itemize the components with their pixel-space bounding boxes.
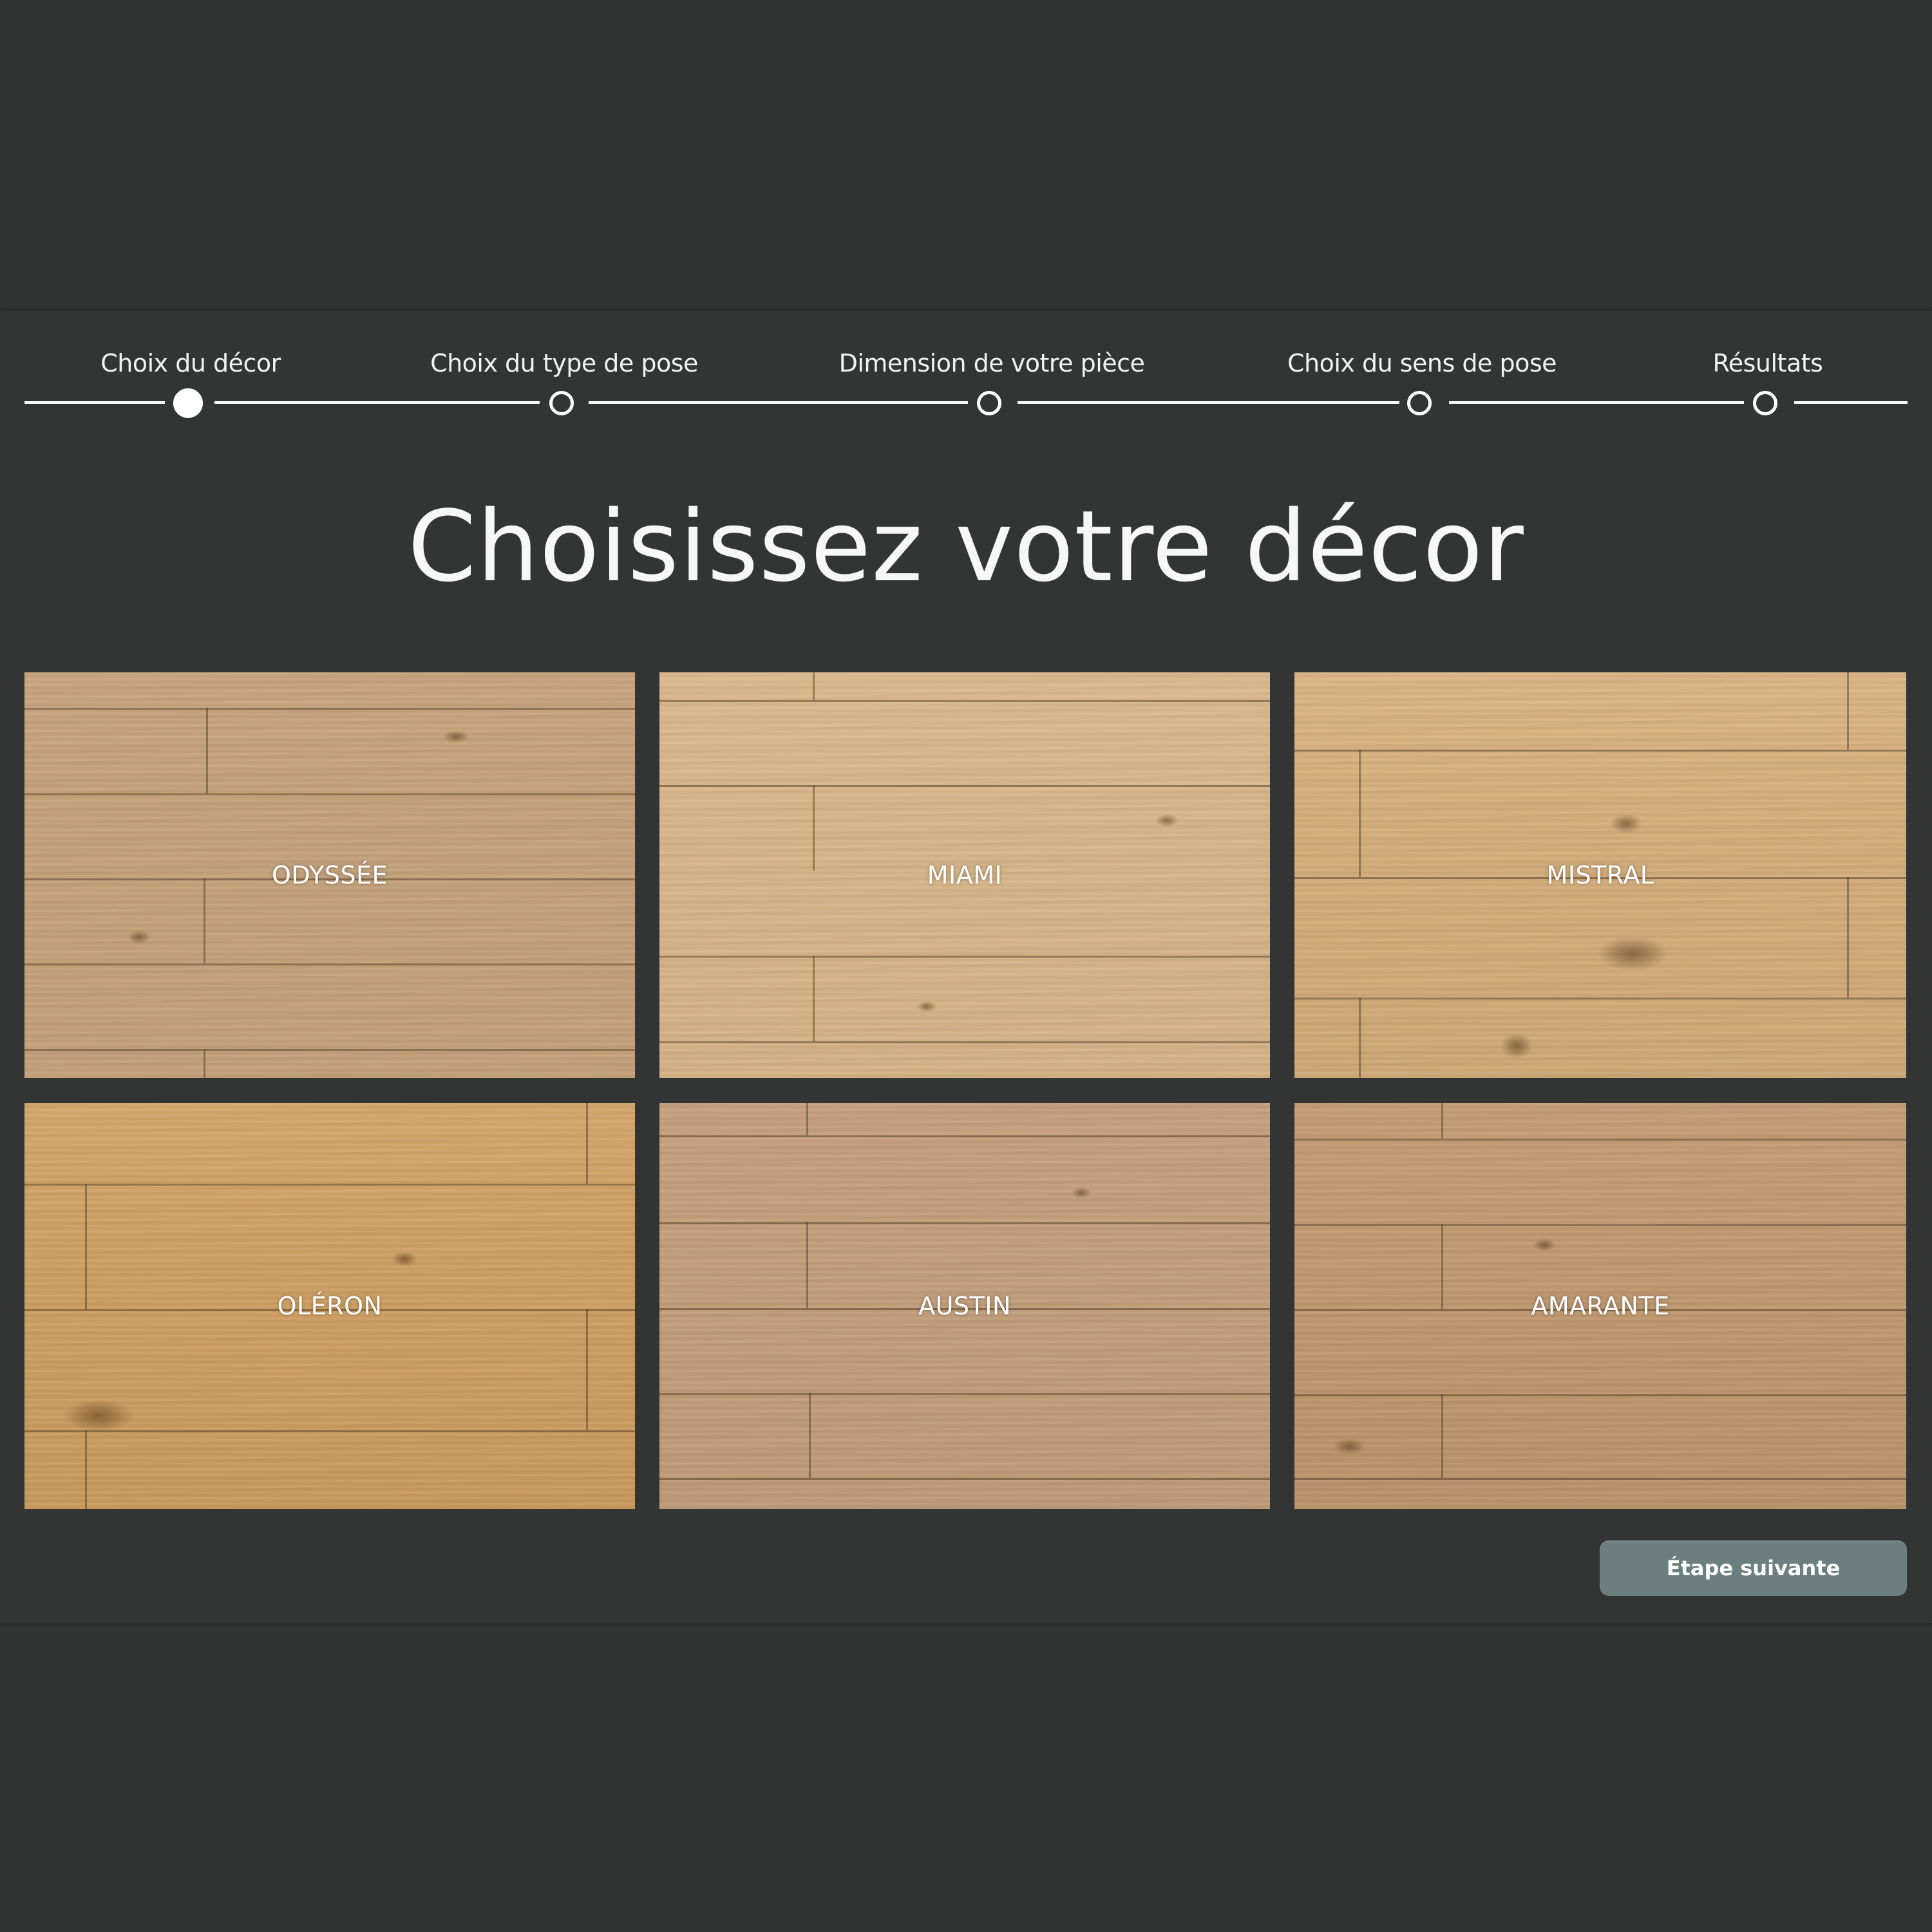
page: Choix du décor Choix du type de pose Dim… [0,0,1932,1932]
plank-seam [806,1103,808,1135]
plank-seam [586,1103,588,1184]
wood-knot [1333,1438,1365,1455]
plank-seam [659,956,1270,958]
wood-knot [63,1399,134,1432]
decor-name: ODYSSÉE [271,861,388,889]
plank-seam [1294,1224,1906,1226]
plank-seam [24,793,635,795]
decor-tile-amarante[interactable]: AMARANTE [1294,1103,1906,1509]
wood-knot [1533,1238,1556,1251]
plank-seam [809,1393,811,1478]
step-label: Dimension de votre pièce [838,349,1145,377]
step-decor[interactable]: Choix du décor [0,335,384,425]
step-sens-de-pose[interactable]: Choix du sens de pose [1229,335,1615,425]
plank-seam [1294,1139,1906,1141]
plank-seam [659,1478,1270,1480]
decor-name: AUSTIN [918,1292,1011,1320]
page-title: Choisissez votre décor [408,489,1524,603]
plank-seam [1294,750,1906,752]
plank-seam [24,1184,635,1186]
decor-name: AMARANTE [1531,1292,1670,1320]
plank-seam [659,1393,1270,1395]
plank-seam [206,708,208,793]
plank-seam [659,700,1270,702]
plank-seam [659,1041,1270,1043]
wood-knot [392,1251,417,1267]
plank-seam [1847,672,1849,750]
decor-tile-oleron[interactable]: OLÉRON [24,1103,635,1509]
step-dimension[interactable]: Dimension de votre pièce [799,335,1185,425]
step-type-de-pose[interactable]: Choix du type de pose [371,335,757,425]
plank-seam [85,1430,87,1509]
wood-knot [1072,1187,1091,1198]
wood-knot [917,1001,936,1012]
step-label: Résultats [1712,349,1823,377]
decor-grid: ODYSSÉE MIAMI MISTRAL OLÉRON AUSTIN AMAR… [24,672,1908,1509]
plank-seam [1294,1394,1906,1396]
plank-seam [586,1309,588,1430]
wood-knot [1155,814,1179,827]
decor-tile-mistral[interactable]: MISTRAL [1294,672,1906,1078]
decor-tile-miami[interactable]: MIAMI [659,672,1270,1078]
step-label: Choix du type de pose [430,349,698,377]
plank-seam [1441,1103,1443,1139]
plank-seam [659,1222,1270,1224]
plank-seam [204,1049,205,1078]
plank-seam [1359,750,1361,877]
plank-seam [24,1430,635,1432]
plank-seam [24,963,635,965]
decor-tile-odyssee[interactable]: ODYSSÉE [24,672,635,1078]
wood-knot [1597,936,1668,971]
plank-seam [1294,1478,1906,1480]
plank-seam [24,1049,635,1051]
plank-seam [85,1184,87,1309]
plank-seam [1294,998,1906,999]
wood-knot [443,730,469,743]
plank-seam [659,1135,1270,1137]
decor-name: MIAMI [927,861,1003,889]
wood-knot [1501,1033,1533,1059]
step-dot[interactable] [1753,391,1777,415]
plank-seam [1441,1394,1443,1478]
plank-seam [659,785,1270,787]
step-label: Choix du sens de pose [1287,349,1557,377]
plank-seam [204,878,205,963]
step-dot[interactable] [1407,391,1432,415]
step-resultats[interactable]: Résultats [1575,335,1932,425]
step-dot[interactable] [549,391,574,415]
step-dot-active[interactable] [173,388,203,418]
step-dot[interactable] [977,391,1001,415]
wood-knot [1610,814,1642,833]
plank-seam [813,956,815,1041]
next-step-button[interactable]: Étape suivante [1600,1540,1907,1596]
plank-seam [813,672,815,700]
plank-seam [813,785,815,871]
decor-tile-austin[interactable]: AUSTIN [659,1103,1270,1509]
decor-name: MISTRAL [1546,861,1654,889]
progress-stepper: Choix du décor Choix du type de pose Dim… [0,0,1932,451]
decor-name: OLÉRON [277,1292,383,1320]
plank-seam [1359,998,1361,1078]
plank-seam [24,708,635,710]
wood-knot [128,930,151,944]
plank-seam [1847,877,1849,998]
step-label: Choix du décor [100,349,281,377]
